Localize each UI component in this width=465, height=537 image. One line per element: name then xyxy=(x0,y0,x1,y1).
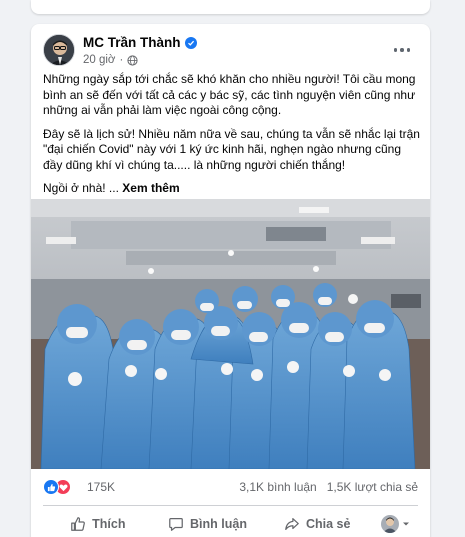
post-text: Những ngày sắp tới chắc sẽ khó khăn cho … xyxy=(43,72,423,205)
verified-badge-icon xyxy=(184,36,197,49)
avatar-image xyxy=(44,35,74,65)
author-avatar[interactable] xyxy=(43,34,75,66)
share-label: Chia sẻ xyxy=(305,517,351,531)
see-more-link[interactable]: Xem thêm xyxy=(122,181,179,195)
author-row: MC Trần Thành xyxy=(83,35,197,50)
comment-button[interactable]: Bình luận xyxy=(153,509,263,537)
post-meta: 20 giờ · xyxy=(83,54,138,66)
like-button[interactable]: Thích xyxy=(43,509,153,537)
reaction-count[interactable]: 175K xyxy=(87,480,115,494)
post-actions: Thích Bình luận Chia sẻ xyxy=(43,508,418,537)
post-header: MC Trần Thành 20 giờ · xyxy=(43,34,418,74)
chevron-down-icon xyxy=(402,522,409,526)
share-count[interactable]: 1,5K lượt chia sẻ xyxy=(327,480,418,494)
thumbs-up-icon xyxy=(43,479,59,495)
post-paragraph-1: Những ngày sắp tới chắc sẽ khó khăn cho … xyxy=(43,72,416,117)
reaction-icons[interactable] xyxy=(43,479,71,495)
author-name[interactable]: MC Trần Thành xyxy=(83,35,181,50)
post-photo[interactable] xyxy=(31,199,430,469)
viewer-avatar xyxy=(380,515,399,533)
post-last-line: Ngồi ở nhà! ... xyxy=(43,181,119,195)
like-label: Thích xyxy=(92,517,126,531)
previous-post-card xyxy=(31,0,430,14)
comment-label: Bình luận xyxy=(190,517,247,531)
post-paragraph-3: Ngồi ở nhà! ... Xem thêm xyxy=(43,181,423,197)
group-photo-image xyxy=(31,199,430,469)
comment-icon xyxy=(169,518,183,531)
post-time[interactable]: 20 giờ xyxy=(83,54,115,66)
like-icon xyxy=(71,517,86,531)
post-card: MC Trần Thành 20 giờ · Những ngày sắp tớ… xyxy=(31,24,430,537)
share-icon xyxy=(285,518,299,530)
post-paragraph-2: Đây sẽ là lịch sử! Nhiều năm nữa về sau,… xyxy=(43,126,420,172)
reaction-stats: 175K 3,1K bình luận 1,5K lượt chia sẻ xyxy=(43,476,418,498)
more-options-icon[interactable] xyxy=(390,40,414,60)
comment-count[interactable]: 3,1K bình luận xyxy=(239,480,316,494)
engagement-counts: 3,1K bình luận 1,5K lượt chia sẻ xyxy=(239,480,418,494)
share-button[interactable]: Chia sẻ xyxy=(262,509,372,537)
reaction-selector-button[interactable] xyxy=(372,509,418,537)
actions-divider xyxy=(43,505,418,506)
globe-icon xyxy=(127,54,138,66)
